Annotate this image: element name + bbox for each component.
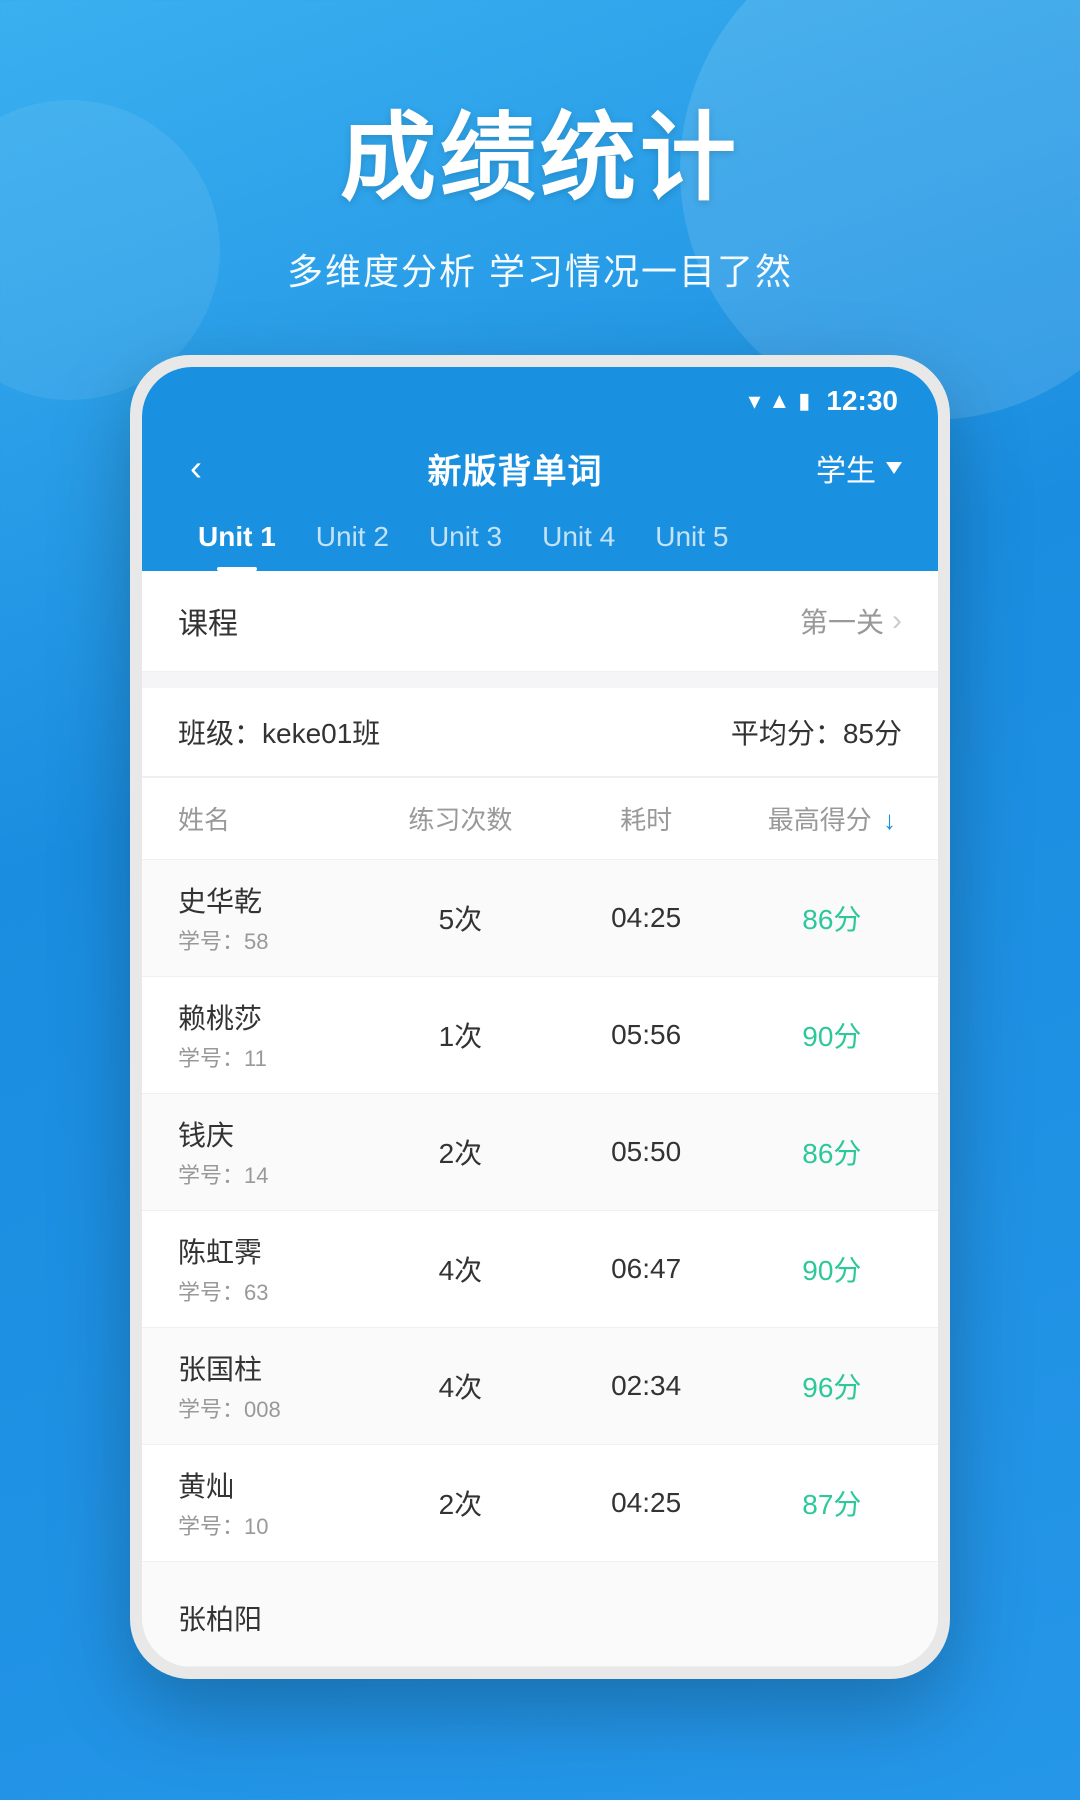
time-cell — [567, 1598, 726, 1638]
course-nav-text: 第一关 — [800, 601, 884, 641]
count-cell: 2次 — [354, 1463, 566, 1543]
sub-title: 多维度分析 学习情况一目了然 — [0, 243, 1080, 295]
dropdown-arrow-icon — [886, 462, 902, 474]
status-icons: ▾ ▲ ▮ 12:30 — [748, 385, 898, 417]
sort-desc-icon: ↓ — [883, 805, 896, 835]
student-name-cell: 钱庆 学号：14 — [142, 1094, 354, 1210]
th-time: 耗时 — [567, 778, 726, 860]
score-cell: 96分 — [726, 1346, 938, 1426]
student-name-cell: 赖桃莎 学号：11 — [142, 977, 354, 1093]
header-area: 成绩统计 多维度分析 学习情况一目了然 — [0, 0, 1080, 295]
score-cell — [726, 1598, 938, 1638]
course-nav[interactable]: 第一关 › — [800, 601, 902, 641]
main-title: 成绩统计 — [0, 80, 1080, 219]
course-row: 课程 第一关 › — [142, 571, 938, 672]
battery-icon: ▮ — [798, 388, 810, 414]
time-cell: 05:50 — [567, 1116, 726, 1188]
class-info-row: 班级：keke01班 平均分：85分 — [142, 688, 938, 778]
tab-bar: Unit 1 Unit 2 Unit 3 Unit 4 Unit 5 — [142, 493, 938, 571]
count-cell: 1次 — [354, 995, 566, 1075]
table-row: 赖桃莎 学号：11 1次 05:56 90分 — [142, 977, 938, 1094]
count-cell: 5次 — [354, 878, 566, 958]
avg-score: 平均分：85分 — [731, 712, 902, 752]
count-cell — [354, 1598, 566, 1638]
wifi-icon: ▾ — [748, 387, 760, 416]
tab-unit5[interactable]: Unit 5 — [635, 513, 748, 571]
app-title: 新版背单词 — [428, 444, 603, 493]
score-cell: 86分 — [726, 1112, 938, 1192]
content-area: 课程 第一关 › 班级：keke01班 平均分：85分 姓名 — [142, 571, 938, 1667]
course-label: 课程 — [178, 599, 238, 643]
phone-mockup: ▾ ▲ ▮ 12:30 ‹ 新版背单词 学生 Unit 1 Unit 2 Uni… — [130, 355, 950, 1679]
th-score[interactable]: 最高得分 ↓ — [726, 778, 938, 860]
count-cell: 2次 — [354, 1112, 566, 1192]
status-bar: ▾ ▲ ▮ 12:30 — [142, 367, 938, 427]
table-header: 姓名 练习次数 耗时 最高得分 ↓ — [142, 778, 938, 860]
signal-icon: ▲ — [768, 388, 790, 414]
phone-screen: ▾ ▲ ▮ 12:30 ‹ 新版背单词 学生 Unit 1 Unit 2 Uni… — [142, 367, 938, 1667]
time-cell: 04:25 — [567, 1467, 726, 1539]
tab-unit2[interactable]: Unit 2 — [296, 513, 409, 571]
time-cell: 05:56 — [567, 999, 726, 1071]
app-header: ‹ 新版背单词 学生 — [142, 427, 938, 493]
th-name: 姓名 — [142, 778, 354, 860]
time-cell: 06:47 — [567, 1233, 726, 1305]
student-label: 学生 — [816, 446, 876, 490]
student-name-cell: 张柏阳 — [142, 1578, 354, 1658]
student-name-cell: 张国柱 学号：008 — [142, 1328, 354, 1444]
table-row: 陈虹霁 学号：63 4次 06:47 90分 — [142, 1211, 938, 1328]
table-row: 钱庆 学号：14 2次 05:50 86分 — [142, 1094, 938, 1211]
back-button[interactable]: ‹ — [178, 443, 214, 493]
class-label: 班级：keke01班 — [178, 712, 380, 752]
count-cell: 4次 — [354, 1346, 566, 1426]
student-name-cell: 陈虹霁 学号：63 — [142, 1211, 354, 1327]
student-selector[interactable]: 学生 — [816, 446, 902, 490]
score-cell: 86分 — [726, 878, 938, 958]
status-time: 12:30 — [826, 385, 898, 417]
score-cell: 87分 — [726, 1463, 938, 1543]
score-cell: 90分 — [726, 1229, 938, 1309]
tab-unit1[interactable]: Unit 1 — [178, 513, 296, 571]
table-row: 张国柱 学号：008 4次 02:34 96分 — [142, 1328, 938, 1445]
th-count: 练习次数 — [354, 778, 566, 860]
table-row: 黄灿 学号：10 2次 04:25 87分 — [142, 1445, 938, 1562]
table-row: 史华乾 学号：58 5次 04:25 86分 — [142, 860, 938, 977]
time-cell: 04:25 — [567, 882, 726, 954]
student-name-cell: 黄灿 学号：10 — [142, 1445, 354, 1561]
count-cell: 4次 — [354, 1229, 566, 1309]
tab-unit3[interactable]: Unit 3 — [409, 513, 522, 571]
student-name-cell: 史华乾 学号：58 — [142, 860, 354, 976]
time-cell: 02:34 — [567, 1350, 726, 1422]
table-row: 张柏阳 — [142, 1562, 938, 1667]
score-cell: 90分 — [726, 995, 938, 1075]
chevron-right-icon: › — [892, 604, 902, 638]
student-table: 姓名 练习次数 耗时 最高得分 ↓ 史华乾 — [142, 778, 938, 1667]
tab-unit4[interactable]: Unit 4 — [522, 513, 635, 571]
